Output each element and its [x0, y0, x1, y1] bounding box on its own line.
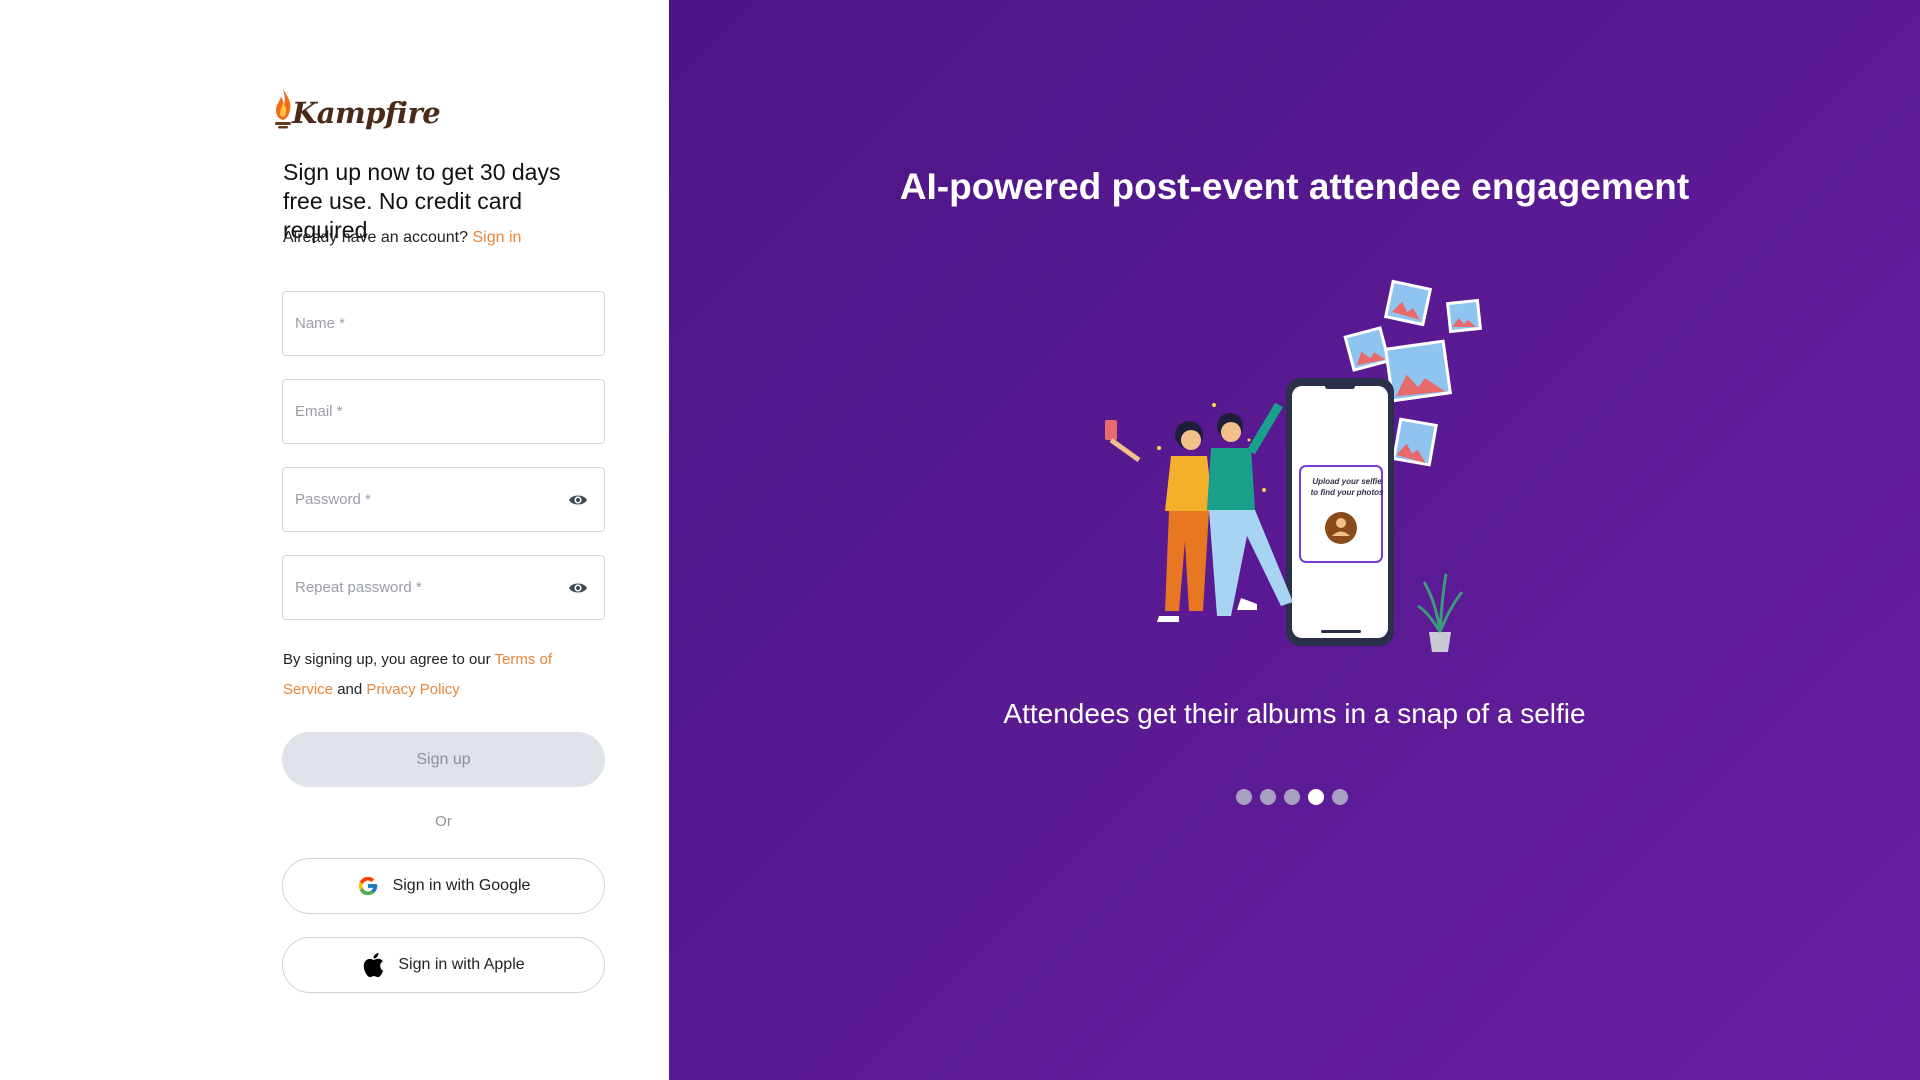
- email-input[interactable]: [283, 380, 604, 443]
- eye-icon[interactable]: [568, 580, 588, 596]
- couple-figures: [1105, 402, 1293, 622]
- terms-prefix: By signing up, you agree to our: [283, 651, 491, 668]
- terms-and: and: [337, 681, 363, 698]
- password-field[interactable]: [282, 467, 605, 532]
- apple-sign-in-button[interactable]: Sign in with Apple: [282, 937, 605, 993]
- email-field[interactable]: [282, 379, 605, 444]
- signup-panel: Kampfire Sign up now to get 30 days free…: [0, 0, 669, 1080]
- terms-notice: By signing up, you agree to our Terms of…: [283, 645, 583, 705]
- sign-in-prompt: Already have an account? Sign in: [283, 229, 521, 247]
- google-icon: [358, 876, 377, 896]
- google-sign-in-button[interactable]: Sign in with Google: [282, 858, 605, 914]
- hero-title: AI-powered post-event attendee engagemen…: [899, 166, 1690, 207]
- carousel-dot-1[interactable]: [1236, 789, 1252, 805]
- carousel-indicators: [1236, 789, 1348, 805]
- apple-button-label: Sign in with Apple: [398, 956, 525, 973]
- promo-panel: AI-powered post-event attendee engagemen…: [669, 0, 1920, 1080]
- phone: [1286, 378, 1394, 646]
- carousel-dot-4[interactable]: [1308, 789, 1324, 805]
- hero-caption: Attendees get their albums in a snap of …: [1003, 698, 1586, 729]
- password-input[interactable]: [283, 468, 604, 531]
- sign-up-button[interactable]: Sign up: [282, 732, 605, 787]
- name-field[interactable]: [282, 291, 605, 356]
- eye-icon[interactable]: [568, 492, 588, 508]
- google-button-label: Sign in with Google: [392, 877, 531, 894]
- sign-in-link[interactable]: Sign in: [472, 229, 521, 246]
- carousel-dot-2[interactable]: [1260, 789, 1276, 805]
- carousel-dot-5[interactable]: [1332, 789, 1348, 805]
- kampfire-logo[interactable]: Kampfire: [272, 80, 441, 130]
- flame-icon: [275, 88, 291, 129]
- brand-name: Kampfire: [292, 96, 441, 130]
- privacy-policy-link[interactable]: Privacy Policy: [366, 681, 459, 698]
- plant: [1417, 573, 1464, 652]
- carousel-dot-3[interactable]: [1284, 789, 1300, 805]
- or-divider: Or: [435, 813, 452, 830]
- phone-upload-prompt: Upload your selfie to find your photos: [1310, 477, 1384, 497]
- repeat-password-input[interactable]: [283, 556, 604, 619]
- name-input[interactable]: [283, 292, 604, 355]
- apple-icon: [364, 953, 384, 978]
- account-prompt-text: Already have an account?: [283, 229, 469, 246]
- repeat-password-field[interactable]: [282, 555, 605, 620]
- selfie-illustration: [1105, 279, 1483, 652]
